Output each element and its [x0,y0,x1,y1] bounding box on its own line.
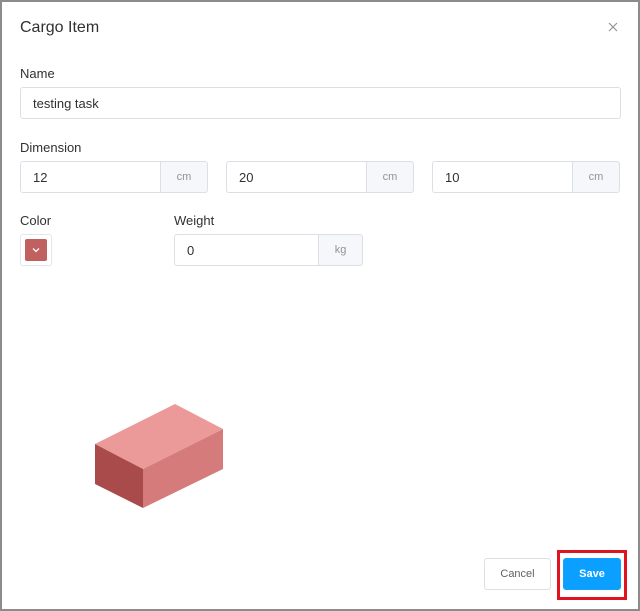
length-unit: cm [160,161,208,193]
height-unit: cm [572,161,620,193]
length-input-group: cm [20,161,208,193]
height-input[interactable] [432,161,572,193]
close-icon[interactable] [605,19,621,35]
name-input[interactable] [20,87,621,119]
width-input[interactable] [226,161,366,193]
weight-input[interactable] [174,234,318,266]
dialog-title: Cargo Item [20,19,100,36]
cargo-item-dialog: Cargo Item Name Dimension cm cm cm Color… [2,2,638,609]
weight-input-group: kg [174,234,363,266]
color-label: Color [20,213,52,228]
height-input-group: cm [432,161,620,193]
weight-label: Weight [174,213,215,228]
weight-unit: kg [318,234,363,266]
width-unit: cm [366,161,414,193]
name-label: Name [20,66,55,81]
color-picker[interactable] [20,234,52,266]
color-swatch [25,239,47,261]
dimension-label: Dimension [20,140,82,155]
save-button[interactable]: Save [563,558,621,590]
width-input-group: cm [226,161,414,193]
length-input[interactable] [20,161,160,193]
cargo-box-preview [95,404,223,508]
chevron-down-icon [32,248,40,253]
cancel-button[interactable]: Cancel [484,558,551,590]
